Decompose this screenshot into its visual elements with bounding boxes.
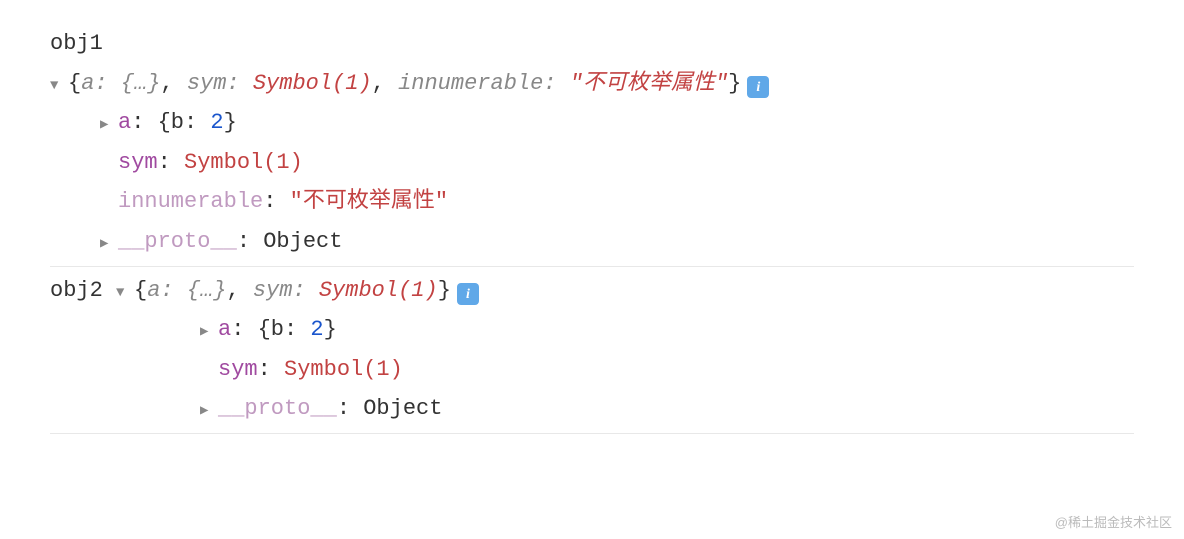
info-icon[interactable]: i bbox=[457, 283, 479, 305]
prop-key: sym bbox=[218, 350, 258, 390]
watermark: @稀土掘金技术社区 bbox=[1055, 512, 1172, 531]
prop-key: __proto__ bbox=[218, 389, 337, 429]
obj1-preview-line[interactable]: {a: {…}, sym: Symbol(1), innumerable: "不… bbox=[50, 64, 1134, 104]
obj1-prop-innumerable: innumerable: "不可枚举属性" bbox=[50, 182, 1134, 222]
obj2-proto[interactable]: __proto__: Object bbox=[50, 389, 1134, 429]
info-icon[interactable]: i bbox=[747, 76, 769, 98]
obj1-var-name: obj1 bbox=[50, 24, 103, 64]
expand-arrow-icon[interactable] bbox=[200, 399, 218, 424]
console-log-obj2: obj2 {a: {…}, sym: Symbol(1)} i a: {b: 2… bbox=[50, 267, 1134, 434]
prop-key: sym bbox=[118, 143, 158, 183]
obj1-preview: {a: {…}, sym: Symbol(1), innumerable: "不… bbox=[68, 64, 741, 104]
prop-key: a bbox=[118, 103, 131, 143]
prop-key: __proto__ bbox=[118, 222, 237, 262]
obj2-prop-a[interactable]: a: {b: 2} bbox=[50, 310, 1134, 350]
obj2-prop-sym: sym: Symbol(1) bbox=[50, 350, 1134, 390]
expand-arrow-icon[interactable] bbox=[100, 232, 118, 257]
prop-key: a bbox=[218, 310, 231, 350]
obj1-prop-sym: sym: Symbol(1) bbox=[50, 143, 1134, 183]
expand-arrow-icon[interactable] bbox=[100, 113, 118, 138]
expand-arrow-icon[interactable] bbox=[116, 281, 134, 306]
console-log-obj1: obj1 {a: {…}, sym: Symbol(1), innumerabl… bbox=[50, 20, 1134, 267]
obj1-prop-a[interactable]: a: {b: 2} bbox=[50, 103, 1134, 143]
obj2-var-name: obj2 bbox=[50, 271, 103, 311]
obj1-proto[interactable]: __proto__: Object bbox=[50, 222, 1134, 262]
obj2-preview: {a: {…}, sym: Symbol(1)} bbox=[134, 271, 451, 311]
prop-key: innumerable bbox=[118, 182, 263, 222]
obj1-label-line: obj1 bbox=[50, 24, 1134, 64]
obj2-preview-line[interactable]: obj2 {a: {…}, sym: Symbol(1)} i bbox=[50, 271, 1134, 311]
expand-arrow-icon[interactable] bbox=[50, 74, 68, 99]
expand-arrow-icon[interactable] bbox=[200, 320, 218, 345]
